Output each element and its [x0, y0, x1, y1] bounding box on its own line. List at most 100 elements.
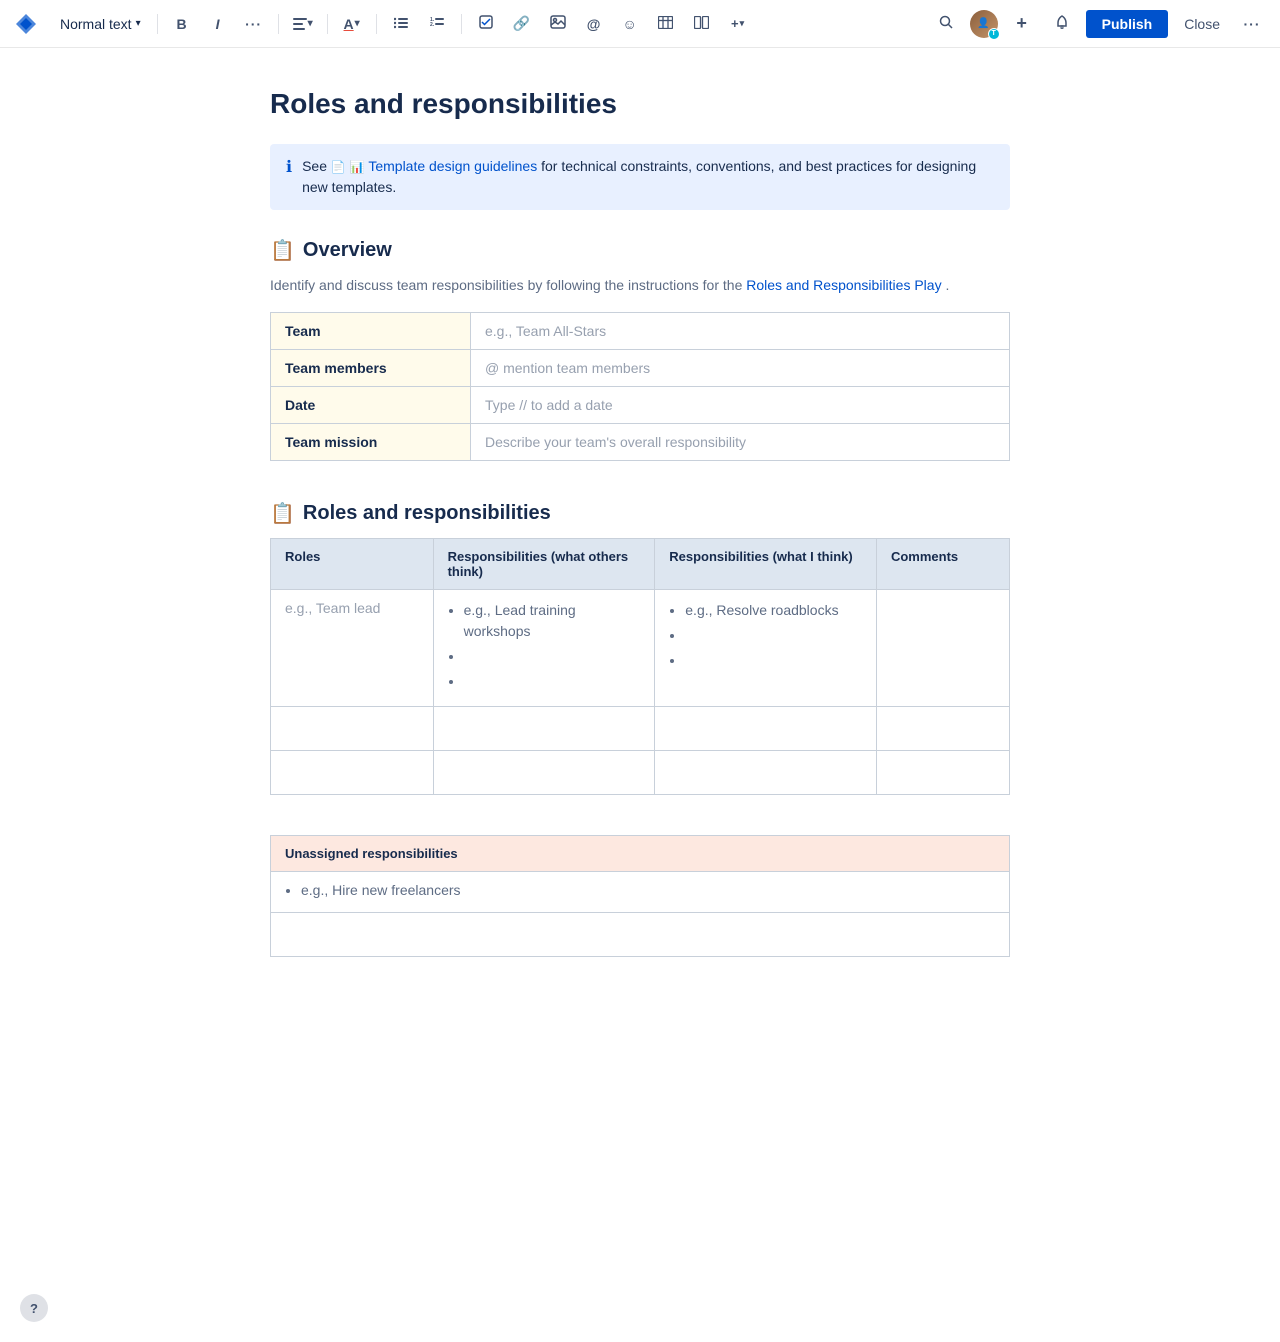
mine-list: e.g., Resolve roadblocks — [669, 600, 862, 671]
team-mission-label: Team mission — [271, 424, 471, 461]
notification-icon — [1055, 15, 1069, 33]
date-value[interactable]: Type // to add a date — [471, 387, 1010, 424]
more-formatting-icon: ··· — [245, 16, 262, 32]
italic-button[interactable]: I — [202, 8, 234, 40]
team-members-label: Team members — [271, 350, 471, 387]
others-col-header: Responsibilities (what others think) — [433, 539, 655, 590]
date-label: Date — [271, 387, 471, 424]
role-cell-empty[interactable] — [271, 707, 434, 751]
unassigned-empty-cell[interactable] — [271, 913, 1010, 957]
team-members-value[interactable]: @ mention team members — [471, 350, 1010, 387]
unassigned-items-cell[interactable]: e.g., Hire new freelancers — [271, 872, 1010, 913]
publish-button[interactable]: Publish — [1086, 10, 1169, 38]
dropdown-chevron: ▾ — [136, 18, 141, 29]
roles-icon: 📋 — [270, 501, 295, 526]
team-value[interactable]: e.g., Team All-Stars — [471, 313, 1010, 350]
info-callout: ℹ See 📄 📊 Template design guidelines for… — [270, 144, 1010, 210]
link-icon: 🔗 — [513, 15, 530, 32]
roles-section: 📋 Roles and responsibilities Roles Respo… — [270, 501, 1010, 795]
more-formatting-button[interactable]: ··· — [238, 8, 270, 40]
mine-cell[interactable]: e.g., Resolve roadblocks — [655, 590, 877, 707]
table-row: e.g., Team lead e.g., Lead training work… — [271, 590, 1010, 707]
more-blocks-icon: +▾ — [731, 16, 744, 31]
comments-col-header: Comments — [876, 539, 1009, 590]
divider-2 — [278, 14, 279, 34]
ordered-list-button[interactable]: 1. 2. — [421, 8, 453, 40]
emoji-button[interactable]: ☺ — [614, 8, 646, 40]
list-item — [464, 646, 641, 667]
close-button[interactable]: Close — [1176, 10, 1228, 38]
page-title: Roles and responsibilities — [270, 88, 1010, 120]
roles-table: Roles Responsibilities (what others thin… — [270, 538, 1010, 795]
add-icon: + — [1016, 13, 1027, 34]
more-menu-button[interactable]: ··· — [1236, 8, 1268, 40]
link-button[interactable]: 🔗 — [506, 8, 538, 40]
info-icon: ℹ — [286, 157, 292, 177]
bold-icon: B — [177, 16, 187, 32]
ordered-list-icon: 1. 2. — [430, 16, 444, 32]
role-cell-empty2[interactable] — [271, 751, 434, 795]
callout-text: See 📄 📊 Template design guidelines for t… — [302, 156, 994, 198]
table-button[interactable] — [650, 8, 682, 40]
toolbar-right: 👤 T + Publish Close ··· — [930, 8, 1268, 40]
overview-description: Identify and discuss team responsibiliti… — [270, 275, 1010, 296]
columns-button[interactable] — [686, 8, 718, 40]
align-icon: ▾ — [293, 18, 313, 30]
more-blocks-button[interactable]: +▾ — [722, 8, 754, 40]
team-label: Team — [271, 313, 471, 350]
callout-link[interactable]: Template design guidelines — [368, 158, 537, 174]
bullet-list-button[interactable] — [385, 8, 417, 40]
others-cell[interactable]: e.g., Lead training workshops — [433, 590, 655, 707]
search-button[interactable] — [930, 8, 962, 40]
add-button[interactable]: + — [1006, 8, 1038, 40]
checkbox-button[interactable] — [470, 8, 502, 40]
overview-icon: 📋 — [270, 238, 295, 263]
main-content: Roles and responsibilities ℹ See 📄 📊 Tem… — [210, 48, 1070, 1037]
table-row: Team members @ mention team members — [271, 350, 1010, 387]
text-color-button[interactable]: A ▾ — [336, 8, 368, 40]
help-button[interactable]: ? — [20, 1294, 48, 1322]
more-menu-icon: ··· — [1244, 16, 1261, 32]
list-item — [464, 671, 641, 692]
unassigned-list: e.g., Hire new freelancers — [285, 882, 995, 898]
italic-icon: I — [216, 16, 220, 32]
table-row — [271, 751, 1010, 795]
roles-col-header: Roles — [271, 539, 434, 590]
others-cell-empty2[interactable] — [433, 751, 655, 795]
role-cell[interactable]: e.g., Team lead — [271, 590, 434, 707]
avatar-badge: T — [988, 28, 1000, 40]
comments-cell-empty2[interactable] — [876, 751, 1009, 795]
mine-cell-empty[interactable] — [655, 707, 877, 751]
mention-button[interactable]: @ — [578, 8, 610, 40]
roles-heading: 📋 Roles and responsibilities — [270, 501, 1010, 526]
mine-cell-empty2[interactable] — [655, 751, 877, 795]
unassigned-header-row: Unassigned responsibilities — [271, 836, 1010, 872]
comments-cell[interactable] — [876, 590, 1009, 707]
bullet-list-icon — [394, 16, 408, 32]
search-icon — [939, 15, 953, 32]
callout-link-icon2: 📊 — [350, 160, 365, 174]
team-mission-value[interactable]: Describe your team's overall responsibil… — [471, 424, 1010, 461]
logo — [12, 10, 40, 38]
overview-heading: 📋 Overview — [270, 238, 1010, 263]
table-header-row: Roles Responsibilities (what others thin… — [271, 539, 1010, 590]
publish-label: Publish — [1102, 16, 1153, 32]
toolbar: Normal text ▾ B I ··· ▾ A ▾ — [0, 0, 1280, 48]
divider-5 — [461, 14, 462, 34]
notification-button[interactable] — [1046, 8, 1078, 40]
table-row — [271, 707, 1010, 751]
overview-link[interactable]: Roles and Responsibilities Play — [746, 277, 941, 293]
table-row: Date Type // to add a date — [271, 387, 1010, 424]
text-style-dropdown[interactable]: Normal text ▾ — [52, 12, 149, 36]
list-item: e.g., Lead training workshops — [464, 600, 641, 642]
avatar: 👤 T — [970, 10, 998, 38]
bold-button[interactable]: B — [166, 8, 198, 40]
align-button[interactable]: ▾ — [287, 8, 319, 40]
comments-cell-empty[interactable] — [876, 707, 1009, 751]
image-icon — [550, 15, 566, 32]
svg-text:2.: 2. — [430, 22, 435, 28]
image-button[interactable] — [542, 8, 574, 40]
divider-3 — [327, 14, 328, 34]
mention-icon: @ — [587, 16, 601, 32]
others-cell-empty[interactable] — [433, 707, 655, 751]
